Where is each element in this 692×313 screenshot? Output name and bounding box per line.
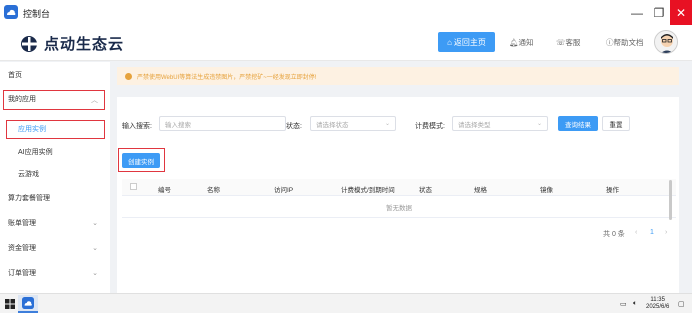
billing-mode-select[interactable]: 请选择类型 ⌄ bbox=[452, 116, 548, 131]
column-header: 计费模式/到期时间 bbox=[341, 187, 395, 194]
clock-date: 2025/6/6 bbox=[646, 304, 670, 310]
top-header: 点动生态云 ⌂ 返回主页 🔔︎通知 ☏客服 ⓘ帮助文档 bbox=[0, 25, 692, 61]
question-icon: ⓘ bbox=[606, 38, 614, 47]
taskbar-clock[interactable]: 11:35 2025/6/6 bbox=[646, 297, 669, 311]
reset-button[interactable]: 重置 bbox=[602, 116, 630, 131]
status-placeholder: 请选择状态 bbox=[316, 121, 349, 129]
prev-page-button[interactable]: ‹ bbox=[635, 229, 637, 236]
sidebar-item-label: 云游戏 bbox=[18, 171, 39, 178]
sidebar-item-label: 算力套餐管理 bbox=[8, 195, 50, 202]
table-scrollbar[interactable] bbox=[669, 180, 672, 220]
cloud-app-icon bbox=[22, 297, 34, 309]
search-input[interactable]: 输入搜索 bbox=[159, 116, 286, 131]
windows-start-icon[interactable] bbox=[5, 299, 15, 309]
window-title: 控制台 bbox=[23, 9, 51, 19]
taskbar-app-console[interactable] bbox=[18, 295, 38, 313]
help-docs-link[interactable]: ⓘ帮助文档 bbox=[606, 37, 644, 48]
chevron-down-icon: ⌄ bbox=[536, 121, 542, 127]
page-number-1[interactable]: 1 bbox=[650, 229, 654, 236]
instance-panel: 输入搜索: 输入搜索 状态: 请选择状态 ⌄ 计费模式: 请选择类型 ⌄ 查询结… bbox=[117, 97, 679, 313]
status-select[interactable]: 请选择状态 ⌄ bbox=[310, 116, 396, 131]
logo-mark-icon bbox=[21, 35, 41, 52]
notification-center-icon[interactable]: ▢ bbox=[678, 300, 685, 308]
sidebar-item-home[interactable]: 首页 bbox=[0, 64, 110, 86]
search-placeholder: 输入搜索 bbox=[165, 121, 191, 129]
sidebar-item-orders[interactable]: 订单管理 ⌄ bbox=[0, 262, 110, 284]
home-icon: ⌂ bbox=[447, 37, 452, 47]
sidebar-item-label: 资金管理 bbox=[8, 245, 36, 252]
warning-icon bbox=[125, 72, 132, 80]
notice-text: 严禁使用WebUI等算法生成违禁图片，严禁挖矿~一经发现立即封停! bbox=[137, 74, 317, 81]
service-link[interactable]: ☏客服 bbox=[556, 37, 580, 48]
close-button[interactable]: ✕ bbox=[670, 0, 692, 25]
avatar-icon bbox=[655, 31, 677, 53]
column-header: 名称 bbox=[207, 187, 220, 194]
sidebar-item-funds[interactable]: 资金管理 ⌄ bbox=[0, 237, 110, 259]
column-header: 访问IP bbox=[274, 187, 294, 194]
notify-label: 通知 bbox=[518, 38, 534, 47]
maximize-button[interactable]: ❐ bbox=[648, 0, 670, 25]
sidebar-item-label: AI应用实例 bbox=[18, 149, 53, 156]
title-bar: 控制台 — ❐ ✕ bbox=[0, 0, 692, 25]
highlight-box-create-instance bbox=[118, 148, 165, 172]
chevron-down-icon: ⌄ bbox=[384, 121, 390, 127]
column-header: 规格 bbox=[474, 187, 487, 194]
select-all-checkbox[interactable] bbox=[130, 183, 137, 190]
sidebar-item-ai-app-instances[interactable]: AI应用实例 bbox=[0, 141, 110, 163]
chevron-down-icon: ⌄ bbox=[92, 220, 98, 227]
return-home-label: 返回主页 bbox=[453, 37, 486, 47]
notify-link[interactable]: 🔔︎通知 bbox=[509, 37, 534, 48]
chevron-down-icon: ⌄ bbox=[92, 245, 98, 252]
column-header: 镜像 bbox=[540, 187, 553, 194]
billing-placeholder: 请选择类型 bbox=[458, 121, 491, 129]
battery-icon[interactable]: ▭ bbox=[620, 300, 627, 308]
sidebar-item-label: 首页 bbox=[8, 72, 22, 79]
highlight-box-my-apps bbox=[3, 90, 105, 110]
empty-table-message: 暂无数据 bbox=[122, 196, 676, 218]
logo-text: 点动生态云 bbox=[44, 36, 125, 53]
sidebar: 首页 我的应用 ︿ 应用实例 AI应用实例 云游戏 算力套餐管理 账单管理 ⌄ … bbox=[0, 62, 110, 293]
status-label: 状态: bbox=[286, 123, 302, 130]
table-header: 编号 名称 访问IP 计费模式/到期时间 状态 规格 镜像 操作 bbox=[122, 179, 676, 196]
sidebar-item-cloud-games[interactable]: 云游戏 bbox=[0, 163, 110, 185]
minimize-button[interactable]: — bbox=[626, 0, 648, 25]
column-header: 编号 bbox=[158, 187, 171, 194]
sidebar-item-label: 订单管理 bbox=[8, 270, 36, 277]
sidebar-item-label: 账单管理 bbox=[8, 220, 36, 227]
warning-notice: 严禁使用WebUI等算法生成违禁图片，严禁挖矿~一经发现立即封停! bbox=[117, 67, 679, 85]
column-header: 状态 bbox=[419, 187, 432, 194]
sidebar-item-compute-packages[interactable]: 算力套餐管理 bbox=[0, 187, 110, 209]
return-home-button[interactable]: ⌂ 返回主页 bbox=[438, 32, 495, 52]
volume-icon[interactable]: 🔈︎ bbox=[633, 300, 637, 308]
sidebar-item-billing[interactable]: 账单管理 ⌄ bbox=[0, 212, 110, 234]
headset-icon: ☏ bbox=[556, 38, 566, 47]
total-count: 共 0 条 bbox=[603, 231, 625, 238]
billing-mode-label: 计费模式: bbox=[415, 123, 445, 130]
service-label: 客服 bbox=[565, 38, 581, 47]
column-header: 操作 bbox=[606, 187, 619, 194]
search-label: 输入搜索: bbox=[122, 123, 152, 130]
bell-icon: 🔔︎ bbox=[509, 38, 519, 47]
taskbar: ▭ 🔈︎ 11:35 2025/6/6 ▢ bbox=[0, 293, 692, 313]
clock-time: 11:35 bbox=[650, 297, 665, 303]
logo[interactable]: 点动生态云 bbox=[20, 33, 124, 54]
highlight-box-app-instances bbox=[6, 120, 105, 139]
help-label: 帮助文档 bbox=[613, 38, 644, 47]
cloud-app-icon bbox=[4, 5, 18, 19]
chevron-down-icon: ⌄ bbox=[92, 270, 98, 277]
query-button[interactable]: 查询结果 bbox=[558, 116, 598, 131]
user-avatar[interactable] bbox=[654, 30, 678, 54]
next-page-button[interactable]: › bbox=[665, 229, 667, 236]
